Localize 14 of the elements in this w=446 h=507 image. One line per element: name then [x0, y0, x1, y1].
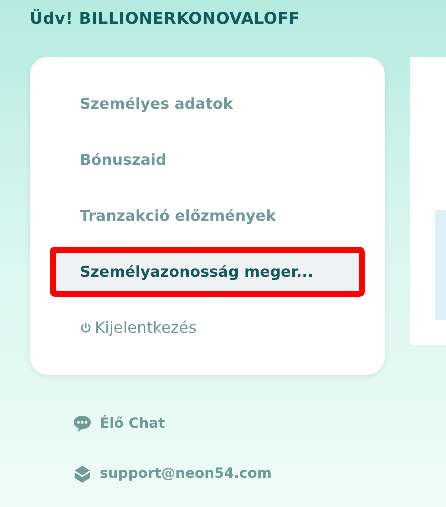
contact-label: Élő Chat [100, 416, 166, 432]
logout-label: Kijelentkezés [95, 319, 197, 337]
contact-label: support@neon54.com [100, 466, 272, 482]
menu-item[interactable]: Bónuszaid [50, 135, 365, 185]
menu-item[interactable]: Személyes adatok [50, 79, 365, 129]
menu-item[interactable]: Tranzakció előzmények [50, 191, 365, 241]
envelope-icon [73, 464, 92, 484]
logout-link[interactable]: Kijelentkezés [50, 303, 365, 353]
greeting-title: Üdv! BILLIONERKONOVALOFF [30, 8, 302, 30]
chat-bubble-icon [73, 415, 92, 433]
support-email-link[interactable]: support@neon54.com [73, 463, 446, 485]
live-chat-link[interactable]: Élő Chat [73, 413, 446, 435]
power-icon [80, 322, 92, 334]
menu-item[interactable]: Személyazonosság meger... [50, 247, 365, 297]
